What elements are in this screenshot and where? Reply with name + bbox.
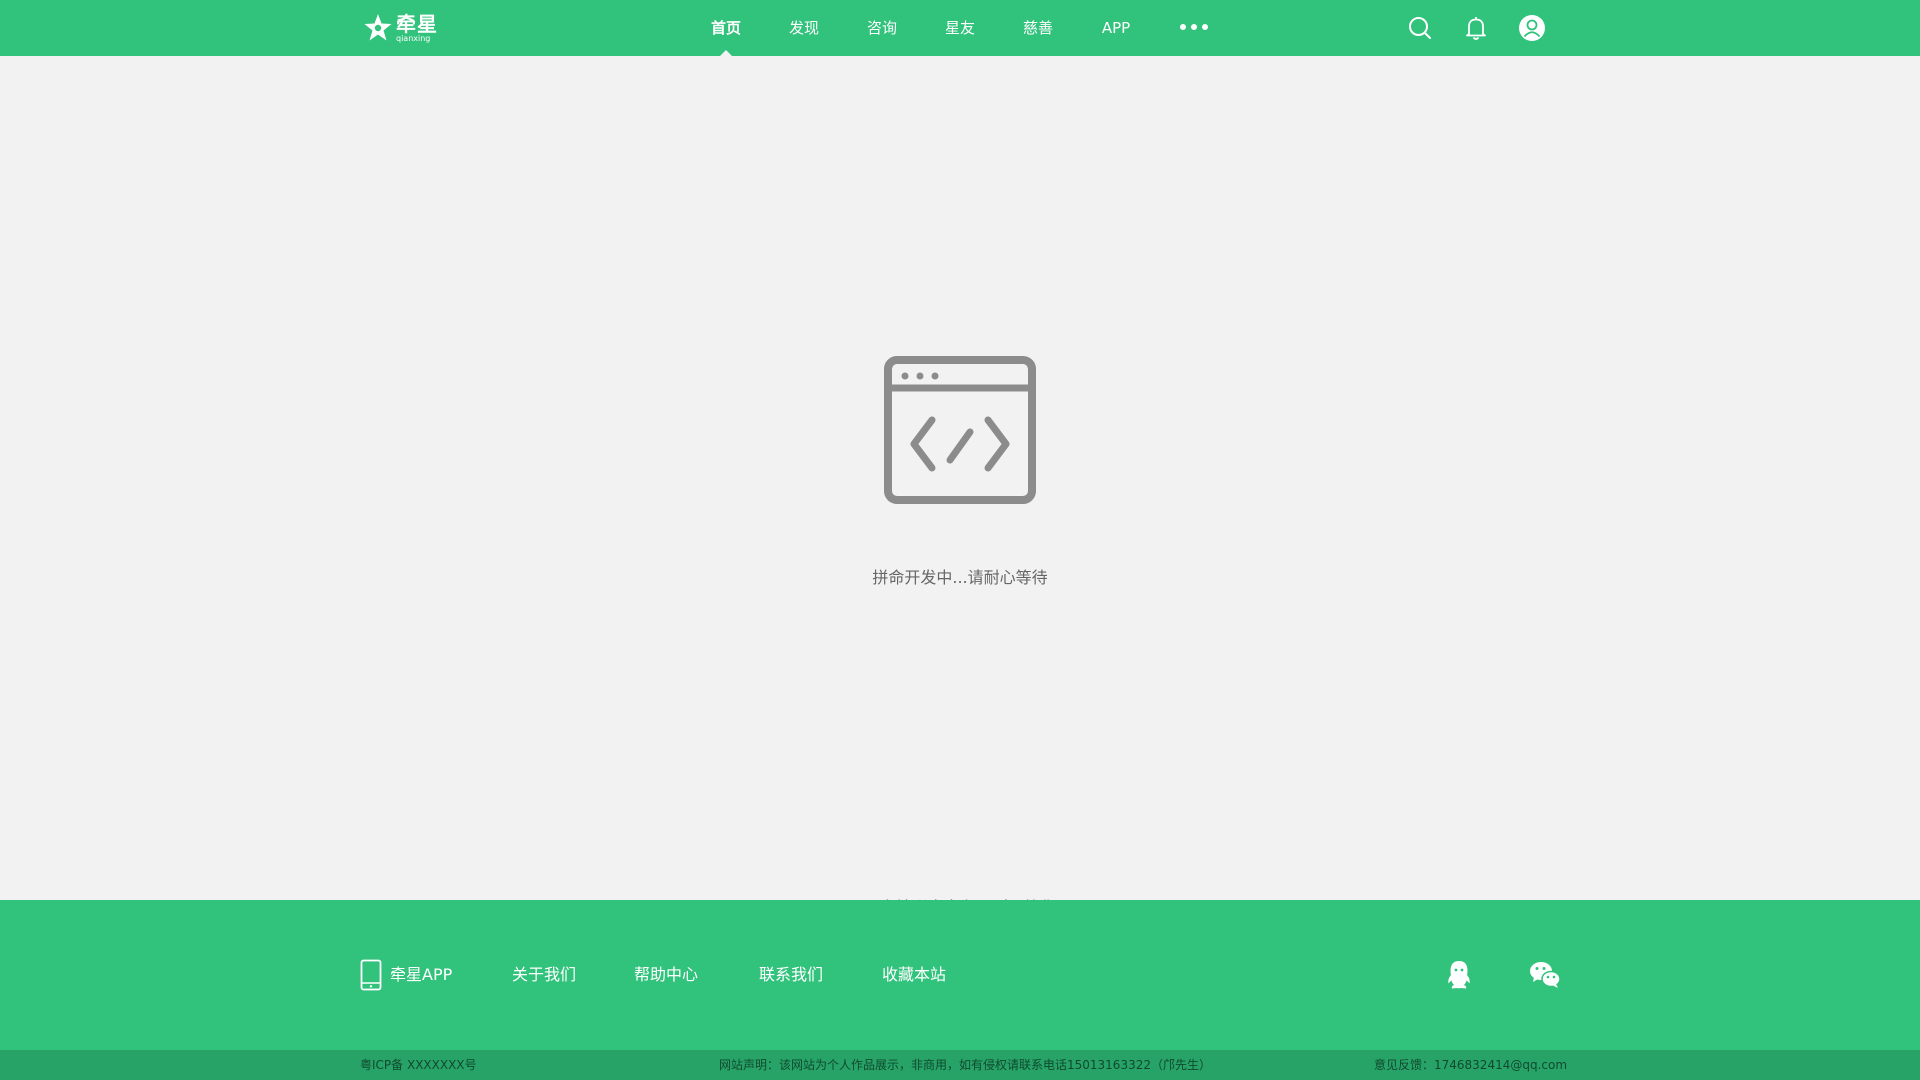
nav-item-charity[interactable]: 慈善 bbox=[1022, 0, 1054, 56]
top-header: 牵星 qianxing 首页 发现 咨询 星友 慈善 APP bbox=[0, 0, 1920, 56]
qq-icon[interactable] bbox=[1442, 958, 1476, 992]
footer-link-about[interactable]: 关于我们 bbox=[512, 950, 576, 1000]
nav-item-label: 发现 bbox=[788, 19, 819, 37]
nav-item-label: 咨询 bbox=[866, 19, 897, 37]
footer-link-bookmark[interactable]: 收藏本站 bbox=[882, 950, 946, 1000]
feedback-contact[interactable]: 意见反馈：1746832414@qq.com bbox=[1374, 1050, 1567, 1080]
nav-item-home[interactable]: 首页 bbox=[710, 0, 742, 56]
search-icon[interactable] bbox=[1406, 14, 1434, 42]
nav-item-label: 慈善 bbox=[1022, 19, 1053, 37]
nav-item-label: 星友 bbox=[944, 19, 975, 37]
footer-app-link[interactable]: 牵星APP bbox=[360, 950, 452, 1000]
phone-icon bbox=[360, 959, 382, 991]
bell-icon[interactable] bbox=[1462, 14, 1490, 42]
star-logo-icon bbox=[364, 14, 392, 41]
user-avatar-icon[interactable] bbox=[1518, 14, 1546, 42]
brand-name: 牵星 bbox=[396, 11, 438, 36]
under-development-message: 拼命开发中...请耐心等待 bbox=[872, 568, 1048, 587]
nav-item-discover[interactable]: 发现 bbox=[788, 0, 820, 56]
nav-item-label: 首页 bbox=[710, 19, 741, 37]
footer-link-contact[interactable]: 联系我们 bbox=[759, 950, 823, 1000]
nav-item-friends[interactable]: 星友 bbox=[944, 0, 976, 56]
more-dots-icon[interactable] bbox=[1180, 24, 1208, 32]
nav-item-label: APP bbox=[1101, 19, 1131, 37]
nav-item-consult[interactable]: 咨询 bbox=[866, 0, 898, 56]
footer-app-label: 牵星APP bbox=[390, 965, 453, 984]
footer-link-help[interactable]: 帮助中心 bbox=[634, 950, 698, 1000]
code-window-icon bbox=[884, 356, 1036, 504]
wechat-icon[interactable] bbox=[1528, 958, 1562, 992]
brand-name-en: qianxing bbox=[396, 33, 431, 43]
bottom-info-bar: 粤ICP备 XXXXXXX号 网站声明：该网站为个人作品展示，非商用，如有侵权请… bbox=[0, 1050, 1920, 1080]
main-content: 拼命开发中...请耐心等待 更多精彩内容在“星友”等你 bbox=[0, 56, 1920, 917]
site-statement: 网站声明：该网站为个人作品展示，非商用，如有侵权请联系电话15013163322… bbox=[719, 1058, 1211, 1072]
site-footer: 牵星APP 关于我们 帮助中心 联系我们 收藏本站 bbox=[0, 900, 1920, 1050]
icp-record[interactable]: 粤ICP备 XXXXXXX号 bbox=[360, 1050, 477, 1080]
brand-logo[interactable]: 牵星 qianxing bbox=[362, 12, 438, 44]
nav-item-app[interactable]: APP bbox=[1100, 0, 1132, 56]
